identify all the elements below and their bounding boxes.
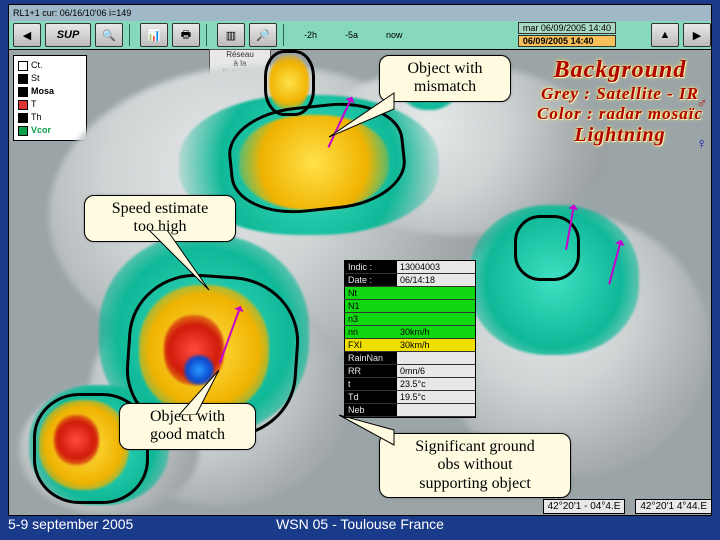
info-label: Nt [345,287,397,300]
footer-title: WSN 05 - Toulouse France [276,516,444,532]
time-tick[interactable]: now [372,30,417,40]
info-label: RainNan [345,352,397,365]
toolbar-separator [206,24,207,46]
window-titlebar: RL1+1 cur: 06/16/10'06 i=149 [9,5,711,22]
print-button[interactable]: 🖶 [172,23,200,47]
info-label: n3 [345,313,397,326]
toolbar-separator [129,24,130,46]
info-value [397,287,475,300]
time-tick[interactable]: -2h [290,30,331,40]
background-legend-title: Background Grey : Satellite - IR Color :… [537,57,703,147]
legend-row[interactable]: Vcor [18,124,82,137]
nav-left-button[interactable]: ◀ [13,23,41,47]
date-indicator: mar 06/09/2005 14:40 06/09/2005 14:40 [518,22,616,47]
bg-title-line: Color : radar mosaïc [537,104,703,124]
bg-title-line: Background [537,57,703,84]
info-value: 13004003 [397,261,475,274]
callout-ground: Significant ground obs without supportin… [379,433,571,498]
toolbar: ◀ SUP 🔍 📊 🖶 ▥ 🔎 -2h -5a now mar 06/09/20… [9,21,711,50]
info-value: 19.5°c [397,391,475,404]
nav-right-button[interactable]: ▶ [683,23,711,47]
window-title: RL1+1 cur: 06/16/10'06 i=149 [13,8,131,18]
callout-pointer [174,370,234,415]
legend-row[interactable]: T [18,98,82,111]
info-value: 30km/h [397,326,475,339]
time-tick[interactable]: -5a [331,30,372,40]
footer-date: 5-9 september 2005 [8,516,133,532]
info-label: Date : [345,274,397,287]
info-label: nn [345,326,397,339]
info-label: RR [345,365,397,378]
legend-row[interactable]: Ct. [18,59,82,72]
info-value: 30km/h [397,339,475,352]
info-label: t [345,378,397,391]
callout-pointer [329,85,399,145]
info-label: Td [345,391,397,404]
search-button[interactable]: 🔎 [249,23,277,47]
info-label: FXI [345,339,397,352]
legend-row[interactable]: Mosa [18,85,82,98]
info-value: 0mn/6 [397,365,475,378]
storm-object [264,50,315,116]
info-value: 23.5°c [397,378,475,391]
scale-readout: 42°20'1 - 04°4.E 42°20'1 4°44.E [543,499,712,514]
info-value: 06/14:18 [397,274,475,287]
info-label: Indic : [345,261,397,274]
chart-button[interactable]: 📊 [140,23,168,47]
scale-b: 42°20'1 4°44.E [635,499,712,514]
zoom-button[interactable]: 🔍 [95,23,123,47]
info-value [397,404,475,417]
layers-button[interactable]: ▥ [217,23,245,47]
scroll-up-button[interactable]: ▲ [651,23,679,47]
scale-a: 42°20'1 - 04°4.E [543,499,626,514]
map-panel: RL1+1 cur: 06/16/10'06 i=149 ◀ SUP 🔍 📊 🖶… [8,4,712,516]
date-highlight: 06/09/2005 14:40 [518,35,616,47]
legend-row[interactable]: Th [18,111,82,124]
slide-footer: 5-9 september 2005 WSN 05 - Toulouse Fra… [8,514,712,534]
info-value [397,352,475,365]
female-icon: ♀ [697,135,708,151]
object-info-panel: Indic :13004003Date :06/14:18NtN1n3nn30k… [344,260,476,418]
info-value [397,300,475,313]
callout-pointer [139,230,219,300]
toolbar-separator [283,24,284,46]
date-valid: mar 06/09/2005 14:40 [518,22,616,34]
layer-legend: Ct. St Mosa T Th Vcor [13,55,87,141]
bg-title-line: Grey : Satellite - IR [537,84,703,104]
male-icon: ♂ [697,95,708,111]
sup-button[interactable]: SUP [45,23,91,47]
legend-row[interactable]: St [18,72,82,85]
info-label: Neb [345,404,397,417]
bg-title-line: Lightning [537,124,703,147]
info-label: N1 [345,300,397,313]
info-value [397,313,475,326]
